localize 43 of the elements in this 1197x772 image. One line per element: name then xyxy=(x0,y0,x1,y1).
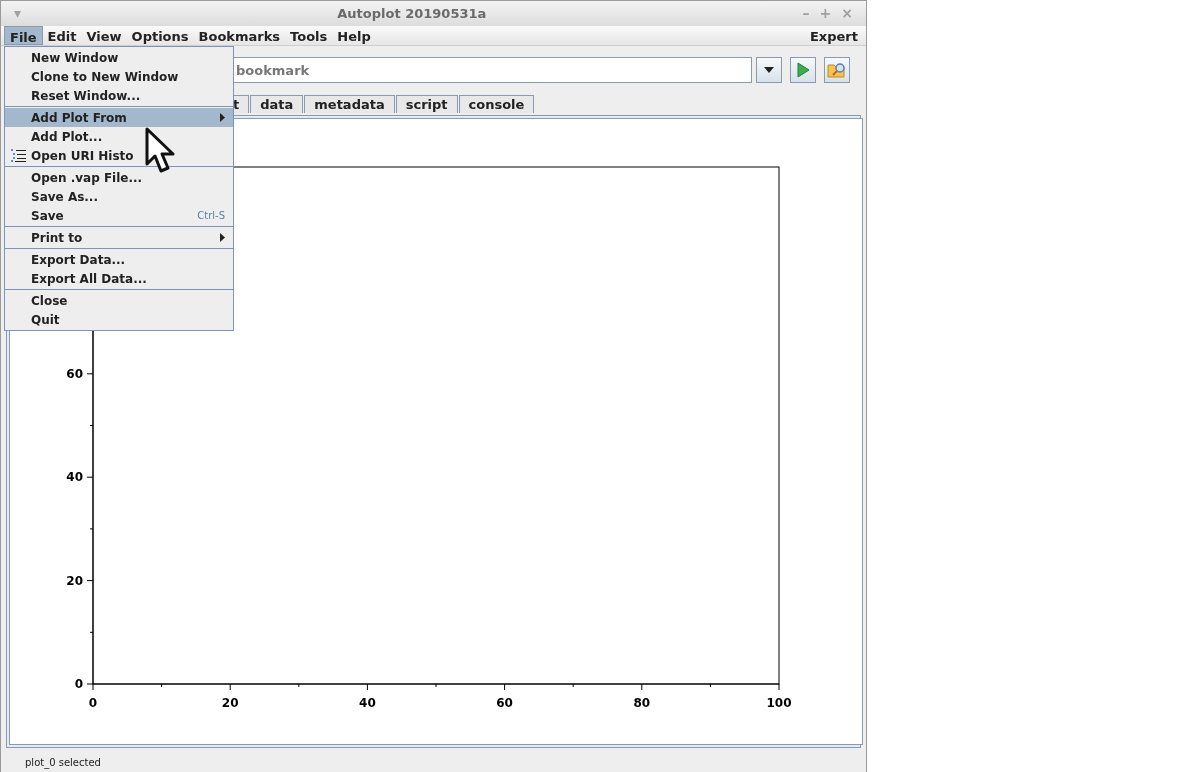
caret-icon xyxy=(763,66,775,75)
menu-item[interactable]: Save Ctrl-S xyxy=(5,206,233,225)
tick-label: 60 xyxy=(66,367,83,382)
tab[interactable]: metadata xyxy=(304,95,395,114)
tab[interactable]: console xyxy=(458,95,535,114)
tab[interactable]: data xyxy=(250,95,304,114)
menu-item[interactable]: Open .vap File... xyxy=(5,168,233,187)
menu-item[interactable]: View xyxy=(81,25,127,45)
menu-item[interactable]: Open URI Histo xyxy=(5,146,233,165)
menu-item[interactable]: Export Data... xyxy=(5,250,233,269)
menu-item[interactable]: Tools xyxy=(285,25,333,45)
menu-item[interactable]: Bookmarks xyxy=(193,25,286,45)
tick-label: 0 xyxy=(74,677,83,692)
expert-menu[interactable]: Expert xyxy=(805,25,863,45)
dropdown-button[interactable] xyxy=(756,57,782,84)
folder-magnifier-icon xyxy=(827,61,847,80)
menu-item[interactable]: Add Plot From xyxy=(5,108,233,127)
shortcut-text: Ctrl-S xyxy=(197,209,225,223)
menu-item[interactable]: Save As... xyxy=(5,187,233,206)
menu-item[interactable]: Close xyxy=(5,291,233,310)
tick-label: 80 xyxy=(633,696,651,711)
menu-item[interactable]: Options xyxy=(126,25,194,45)
tick-label: 100 xyxy=(766,696,792,711)
window-title: Autoplot 20190531a xyxy=(336,4,488,23)
menu-item[interactable]: Add Plot... xyxy=(5,127,233,146)
tab[interactable]: script xyxy=(395,95,458,114)
tick-label: 0 xyxy=(88,696,98,711)
menu-item[interactable]: Edit xyxy=(42,25,82,45)
list-icon xyxy=(11,149,26,162)
tick-label: 20 xyxy=(221,696,239,711)
tick-label: 40 xyxy=(66,470,83,485)
menu-item[interactable]: Print to xyxy=(5,228,233,247)
play-icon xyxy=(796,62,810,79)
menu-item[interactable]: Help xyxy=(332,25,376,45)
status-text: plot_0 selected xyxy=(24,756,102,771)
tick-label: 60 xyxy=(496,696,513,711)
tick-label: 20 xyxy=(66,573,83,588)
tick-label: 40 xyxy=(359,696,376,711)
play-button[interactable] xyxy=(790,57,816,84)
open-folder-button[interactable] xyxy=(824,57,850,84)
menu-item[interactable]: Export All Data... xyxy=(5,269,233,288)
menu-item[interactable]: Quit xyxy=(5,310,233,329)
menu-item[interactable]: File xyxy=(4,25,43,45)
